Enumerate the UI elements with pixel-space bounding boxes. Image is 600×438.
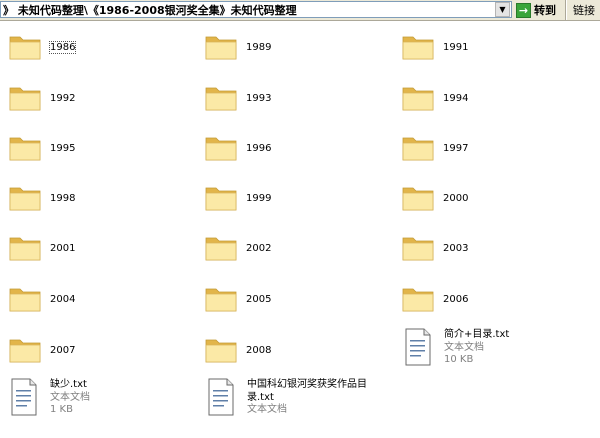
folder-label: 1993 [246, 93, 272, 104]
file-item[interactable]: 中国科幻银河奖获奖作品目 录.txt 文本文档 [207, 378, 407, 418]
folder-label: 2000 [443, 193, 469, 204]
folder-icon [9, 36, 41, 60]
text-file-icon [405, 328, 431, 366]
file-size: 10 KB [444, 354, 474, 365]
go-button[interactable]: → 转到 [516, 1, 564, 19]
file-name: 缺少.txt [50, 379, 87, 390]
folder-label: 2003 [443, 243, 469, 254]
folder-icon [9, 339, 41, 363]
folder-icon [402, 137, 434, 161]
folder-label: 2006 [443, 294, 469, 305]
go-arrow-icon: → [516, 2, 531, 18]
links-label: 链接 [573, 4, 595, 17]
address-path: 》 未知代码整理\《1986-2008银河奖全集》未知代码整理 [3, 3, 297, 17]
folder-label: 2008 [246, 345, 272, 356]
folder-label: 1992 [50, 93, 76, 104]
folder-icon [9, 288, 41, 312]
folder-icon [9, 237, 41, 261]
file-item[interactable]: 简介+目录.txt 文本文档 10 KB [404, 328, 554, 368]
folder-label: 1986 [48, 41, 77, 54]
file-name-line1: 中国科幻银河奖获奖作品目 [247, 379, 367, 390]
folder-icon [205, 288, 237, 312]
folder-icon [402, 288, 434, 312]
folder-label: 1989 [246, 42, 272, 53]
file-type: 文本文档 [444, 342, 484, 353]
folder-icon [9, 137, 41, 161]
folder-label: 1995 [50, 143, 76, 154]
chevron-down-icon: ▼ [499, 5, 506, 14]
folder-icon [9, 187, 41, 211]
folder-icon [402, 87, 434, 111]
go-label: 转到 [534, 4, 556, 17]
file-type: 文本文档 [50, 392, 90, 403]
folder-label: 2001 [50, 243, 76, 254]
folder-label: 2004 [50, 294, 76, 305]
address-field[interactable]: 》 未知代码整理\《1986-2008银河奖全集》未知代码整理 [0, 1, 512, 18]
folder-label: 1991 [443, 42, 469, 53]
folder-icon [402, 36, 434, 60]
folder-icon [402, 187, 434, 211]
folder-icon [205, 87, 237, 111]
folder-label: 2002 [246, 243, 272, 254]
text-file-icon [208, 378, 234, 416]
address-bar: 》 未知代码整理\《1986-2008银河奖全集》未知代码整理 ▼ → 转到 链… [0, 0, 600, 21]
folder-label: 1994 [443, 93, 469, 104]
folder-label: 1996 [246, 143, 272, 154]
folder-icon [205, 339, 237, 363]
folder-icon [402, 237, 434, 261]
file-item[interactable]: 缺少.txt 文本文档 1 KB [10, 378, 160, 418]
folder-icon [205, 36, 237, 60]
folder-label: 1998 [50, 193, 76, 204]
text-file-icon [11, 378, 37, 416]
file-type: 文本文档 [247, 404, 287, 415]
folder-label: 2005 [246, 294, 272, 305]
file-name-line2: 录.txt [247, 392, 274, 403]
folder-icon [205, 187, 237, 211]
folder-label: 2007 [50, 345, 76, 356]
links-button[interactable]: 链接 [566, 0, 600, 20]
file-size: 1 KB [50, 404, 73, 415]
file-name: 简介+目录.txt [444, 329, 510, 340]
address-dropdown-button[interactable]: ▼ [495, 2, 510, 17]
folder-icon [205, 237, 237, 261]
folder-label: 1999 [246, 193, 272, 204]
folder-icon [9, 87, 41, 111]
folder-label: 1997 [443, 143, 469, 154]
folder-icon [205, 137, 237, 161]
